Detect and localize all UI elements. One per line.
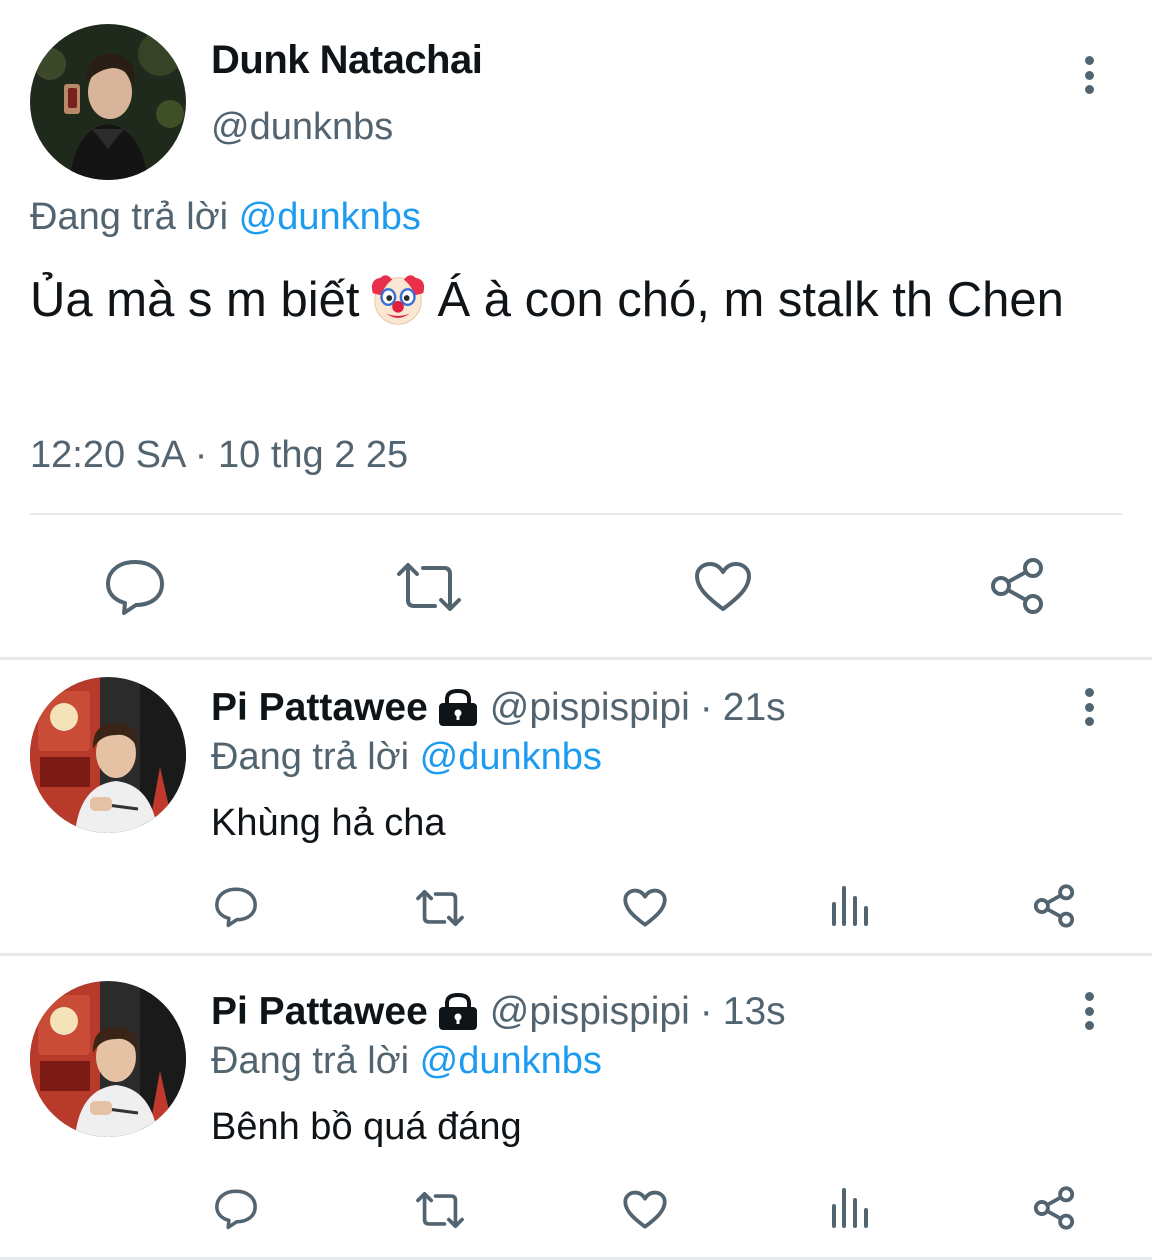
tweet-text: Bênh bồ quá đáng (211, 1106, 522, 1148)
retweet-icon[interactable] (415, 1190, 465, 1230)
replying-to-label: Đang trả lời (211, 736, 410, 778)
retweet-icon[interactable] (395, 560, 463, 614)
share-icon[interactable] (988, 557, 1046, 615)
like-icon[interactable] (694, 561, 752, 613)
separator-dot: · (699, 686, 713, 729)
more-options-icon[interactable] (1074, 50, 1104, 100)
tweet-text: Khùng hả cha (211, 802, 446, 844)
replying-to-mention[interactable]: @dunknbs (420, 736, 602, 778)
reply-icon[interactable] (214, 1188, 258, 1230)
author-handle[interactable]: @pispispipi (490, 686, 690, 730)
divider (30, 513, 1122, 515)
lock-icon (436, 688, 480, 728)
replying-to: Đang trả lời @dunknbs (211, 736, 602, 779)
reply-header: Pi Pattawee @pispispipi · 13s (211, 990, 786, 1034)
avatar-photo (30, 677, 186, 833)
author-name[interactable]: Dunk Natachai (211, 38, 483, 83)
time-ago[interactable]: 13s (723, 990, 786, 1034)
avatar[interactable] (30, 677, 186, 833)
author-handle[interactable]: @dunknbs (211, 106, 393, 149)
tweet-text-part-1: Ủa mà s m biết (30, 273, 360, 327)
avatar-photo (30, 24, 186, 180)
share-icon[interactable] (1032, 1186, 1076, 1230)
reply-tweet[interactable]: Pi Pattawee @pispispipi · 21s Đang trả l… (0, 660, 1152, 953)
analytics-icon[interactable] (830, 1186, 870, 1228)
main-tweet: Dunk Natachai @dunknbs Đang trả lời @dun… (0, 0, 1152, 658)
more-options-icon[interactable] (1074, 986, 1104, 1036)
like-icon[interactable] (623, 1190, 667, 1230)
avatar-photo (30, 981, 186, 1137)
lock-icon (436, 992, 480, 1032)
reply-icon[interactable] (214, 886, 258, 928)
reply-icon[interactable] (104, 558, 166, 616)
replying-to-mention[interactable]: @dunknbs (420, 1040, 602, 1082)
replying-to: Đang trả lời @dunknbs (211, 1040, 602, 1083)
author-name[interactable]: Pi Pattawee (211, 686, 428, 730)
tweet-text-part-2: Á à con chó, m stalk th Chen (437, 273, 1064, 327)
clown-face-icon (367, 268, 429, 330)
retweet-icon[interactable] (415, 888, 465, 928)
replying-to-mention[interactable]: @dunknbs (239, 196, 421, 238)
tweet-text: Ủa mà s m biết Á à con chó, m stalk th C… (30, 268, 1120, 332)
analytics-icon[interactable] (830, 884, 870, 926)
replying-to-label: Đang trả lời (211, 1040, 410, 1082)
reply-header: Pi Pattawee @pispispipi · 21s (211, 686, 786, 730)
tweet-timestamp[interactable]: 12:20 SA · 10 thg 2 25 (30, 434, 408, 477)
like-icon[interactable] (623, 888, 667, 928)
time-ago[interactable]: 21s (723, 686, 786, 730)
avatar[interactable] (30, 24, 186, 180)
share-icon[interactable] (1032, 884, 1076, 928)
replying-to: Đang trả lời @dunknbs (30, 196, 421, 239)
author-handle[interactable]: @pispispipi (490, 990, 690, 1034)
author-name[interactable]: Pi Pattawee (211, 990, 428, 1034)
separator-dot: · (699, 990, 713, 1033)
more-options-icon[interactable] (1074, 682, 1104, 732)
avatar[interactable] (30, 981, 186, 1137)
reply-tweet[interactable]: Pi Pattawee @pispispipi · 13s Đang trả l… (0, 956, 1152, 1256)
replying-to-label: Đang trả lời (30, 196, 229, 238)
